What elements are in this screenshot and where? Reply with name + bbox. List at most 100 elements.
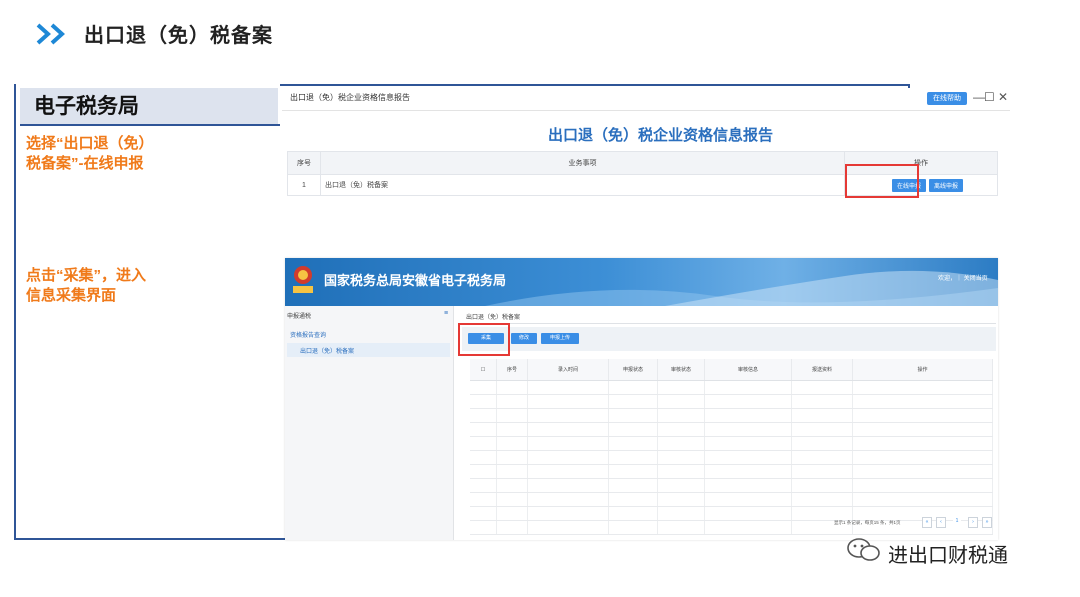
prev-page-button[interactable]: ‹ [936, 517, 946, 528]
table-cell [657, 422, 705, 437]
table-row [470, 436, 993, 451]
table-cell [704, 394, 792, 409]
column-header: 审核状态 [657, 359, 705, 381]
report-title: 出口退（免）税企业资格信息报告 [548, 127, 774, 144]
table-cell [608, 422, 658, 437]
table-row [470, 464, 993, 479]
column-header: 录入时间 [527, 359, 609, 381]
table-cell [608, 464, 658, 479]
next-page-button[interactable]: › [968, 517, 978, 528]
table-cell [470, 492, 497, 507]
table-row [470, 450, 993, 465]
table-cell [470, 478, 497, 493]
brand-underline [20, 124, 280, 126]
table-cell [496, 520, 528, 535]
table-cell [470, 422, 497, 437]
table-cell [496, 492, 528, 507]
table-cell [852, 450, 993, 465]
column-header: 序号 [287, 151, 321, 175]
double-chevron-icon [36, 23, 65, 45]
sidebar-title: 申报通税 [287, 314, 312, 320]
table-cell [852, 464, 993, 479]
table-cell [852, 394, 993, 409]
table-row [470, 394, 993, 409]
step-2-instruction: 点击“采集”，进入 信息采集界面 [26, 267, 147, 304]
table-cell [496, 506, 528, 521]
modify-button[interactable]: 修改 [511, 333, 537, 344]
last-page-button[interactable]: » [982, 517, 992, 528]
frame-divider [14, 538, 290, 540]
close-icon[interactable]: ✕ [998, 90, 1008, 104]
table-cell [470, 450, 497, 465]
portal-title: 国家税务总局安徽省电子税务局 [324, 273, 507, 288]
table-cell [496, 408, 528, 423]
table-cell [470, 408, 497, 423]
table-cell [852, 380, 993, 395]
table-cell [527, 436, 609, 451]
portal-user-links[interactable]: 欢迎，｜ 关闭当页 [938, 273, 988, 282]
first-page-button[interactable]: « [922, 517, 932, 528]
table-row [470, 380, 993, 395]
table-cell [704, 436, 792, 451]
page-number[interactable]: 1 [953, 517, 961, 526]
column-header: 审核信息 [704, 359, 792, 381]
table-cell [657, 464, 705, 479]
table-cell [657, 394, 705, 409]
upload-button[interactable]: 申报上传 [541, 333, 579, 344]
table-cell [496, 478, 528, 493]
column-header: 申报状态 [608, 359, 658, 381]
maximize-icon[interactable]: ☐ [984, 90, 995, 104]
table-cell [657, 520, 705, 535]
divider [462, 323, 996, 324]
table-cell [608, 478, 658, 493]
select-all-checkbox[interactable]: ☐ [470, 359, 497, 381]
highlight-box [458, 323, 510, 356]
sidebar-item-export-filing[interactable]: 出口退（免）税备案 [300, 346, 354, 355]
table-cell [608, 520, 658, 535]
row-item: 出口退（免）税备案 [320, 174, 845, 196]
column-header: 业务事项 [320, 151, 845, 175]
sidebar-menu-group[interactable]: 资格报告查询 [290, 330, 326, 339]
table-cell [791, 436, 853, 451]
brand-title: 电子税务局 [34, 95, 139, 118]
frame-divider [14, 84, 16, 540]
column-header: 序号 [496, 359, 528, 381]
table-cell [791, 408, 853, 423]
window-title: 出口退（免）税企业资格信息报告 [290, 93, 410, 102]
table-cell [657, 506, 705, 521]
table-cell [791, 394, 853, 409]
online-help-button[interactable]: 在线帮助 [927, 92, 967, 105]
offline-declare-button[interactable]: 离线申报 [928, 178, 963, 192]
table-cell [791, 464, 853, 479]
watermark-text: 进出口财税通 [888, 545, 1008, 567]
table-cell [608, 450, 658, 465]
table-cell [608, 506, 658, 521]
table-cell [852, 422, 993, 437]
step-1-instruction: 选择“出口退（免） 税备案”-在线申报 [26, 135, 154, 172]
table-cell [657, 380, 705, 395]
table-cell [496, 422, 528, 437]
table-cell [791, 478, 853, 493]
breadcrumb: 出口退（免）税备案 [466, 315, 521, 321]
table-cell [704, 464, 792, 479]
table-cell [704, 380, 792, 395]
table-cell [657, 478, 705, 493]
menu-toggle-icon[interactable]: ≡ [444, 310, 448, 317]
pager-summary: 显示1 条记录，每页15 条，共1页 [834, 520, 901, 525]
data-table: ☐ 序号 录入时间 申报状态 审核状态 审核信息 报送资料 操作 [470, 359, 993, 535]
table-cell [527, 464, 609, 479]
highlight-box [845, 164, 919, 198]
table-row [470, 408, 993, 423]
column-header: 报送资料 [791, 359, 853, 381]
table-cell [791, 506, 853, 521]
table-cell [527, 408, 609, 423]
table-cell [527, 394, 609, 409]
table-row [470, 506, 993, 521]
table-cell [704, 520, 792, 535]
table-cell [496, 436, 528, 451]
table-row [470, 520, 993, 535]
tax-emblem-icon [293, 266, 313, 293]
table-cell [470, 520, 497, 535]
table-cell [470, 436, 497, 451]
wechat-logo-icon [847, 538, 880, 561]
